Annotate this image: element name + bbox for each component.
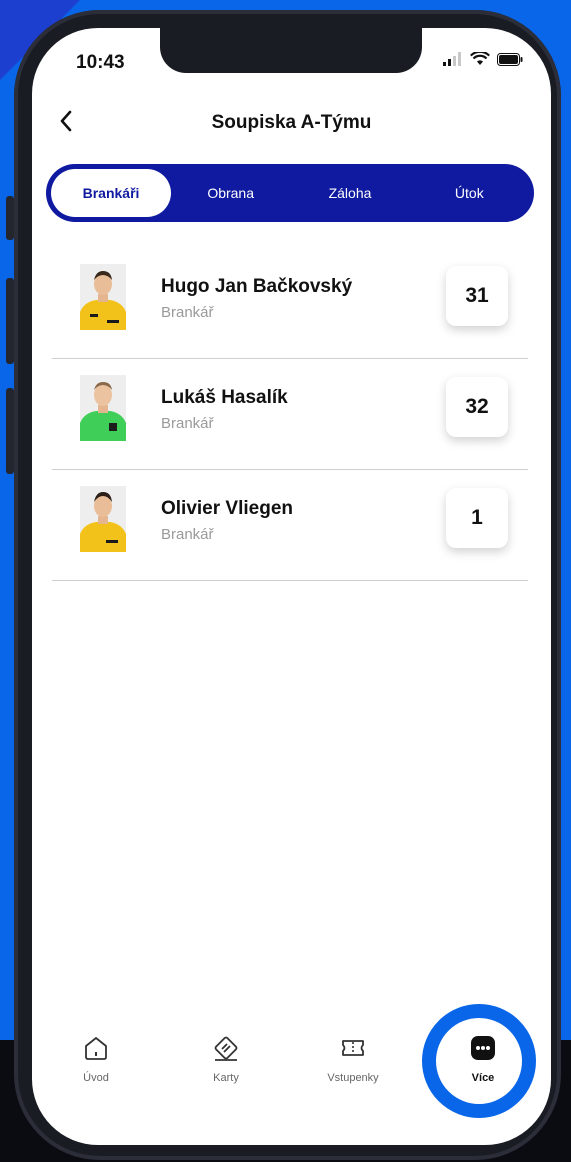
player-list: Hugo Jan Bačkovský Brankář 31 Lukáš Hasa…: [52, 250, 528, 583]
list-item[interactable]: Olivier Vliegen Brankář 1: [52, 472, 528, 581]
position-tabs: Brankáři Obrana Záloha Útok: [46, 164, 534, 222]
nav-vstupenky[interactable]: Vstupenky: [313, 1034, 393, 1084]
player-photo: [80, 486, 126, 552]
status-icons: [443, 52, 523, 66]
player-position: Brankář: [161, 304, 214, 321]
mute-switch: [6, 196, 14, 240]
page-title: Soupiska A-Týmu: [211, 112, 372, 133]
nav-label: Úvod: [83, 1072, 109, 1084]
player-photo: [80, 375, 126, 441]
signal-icon: [443, 52, 461, 66]
nav-karty[interactable]: Karty: [186, 1034, 266, 1084]
player-photo: [80, 264, 126, 330]
volume-down-button: [6, 388, 14, 474]
status-time: 10:43: [76, 52, 125, 73]
jersey-number: 31: [446, 266, 508, 326]
volume-up-button: [6, 278, 14, 364]
jersey-number: 1: [446, 488, 508, 548]
player-position: Brankář: [161, 526, 214, 543]
player-name: Lukáš Hasalík: [161, 387, 288, 408]
tab-utok[interactable]: Útok: [410, 169, 529, 217]
list-item[interactable]: Hugo Jan Bačkovský Brankář 31: [52, 250, 528, 359]
tab-obrana[interactable]: Obrana: [171, 169, 290, 217]
home-icon: [85, 1037, 107, 1060]
player-name: Olivier Vliegen: [161, 498, 293, 519]
tab-brankari[interactable]: Brankáři: [51, 169, 171, 217]
app-screen: 10:43 Soupiska A-Týmu Brankáři Obrana Zá…: [32, 28, 551, 1145]
player-position: Brankář: [161, 415, 214, 432]
list-item[interactable]: Lukáš Hasalík Brankář 32: [52, 361, 528, 470]
battery-icon: [497, 52, 523, 66]
card-icon: [214, 1036, 238, 1061]
nav-label: Karty: [213, 1072, 239, 1084]
ticket-icon: [342, 1040, 364, 1056]
player-name: Hugo Jan Bačkovský: [161, 276, 353, 297]
notch: [160, 28, 422, 73]
highlight-ring: [422, 1004, 536, 1118]
nav-label: Vstupenky: [327, 1072, 379, 1084]
wifi-icon: [470, 52, 490, 65]
jersey-number: 32: [446, 377, 508, 437]
tab-zaloha[interactable]: Záloha: [290, 169, 409, 217]
nav-uvod[interactable]: Úvod: [56, 1034, 136, 1084]
